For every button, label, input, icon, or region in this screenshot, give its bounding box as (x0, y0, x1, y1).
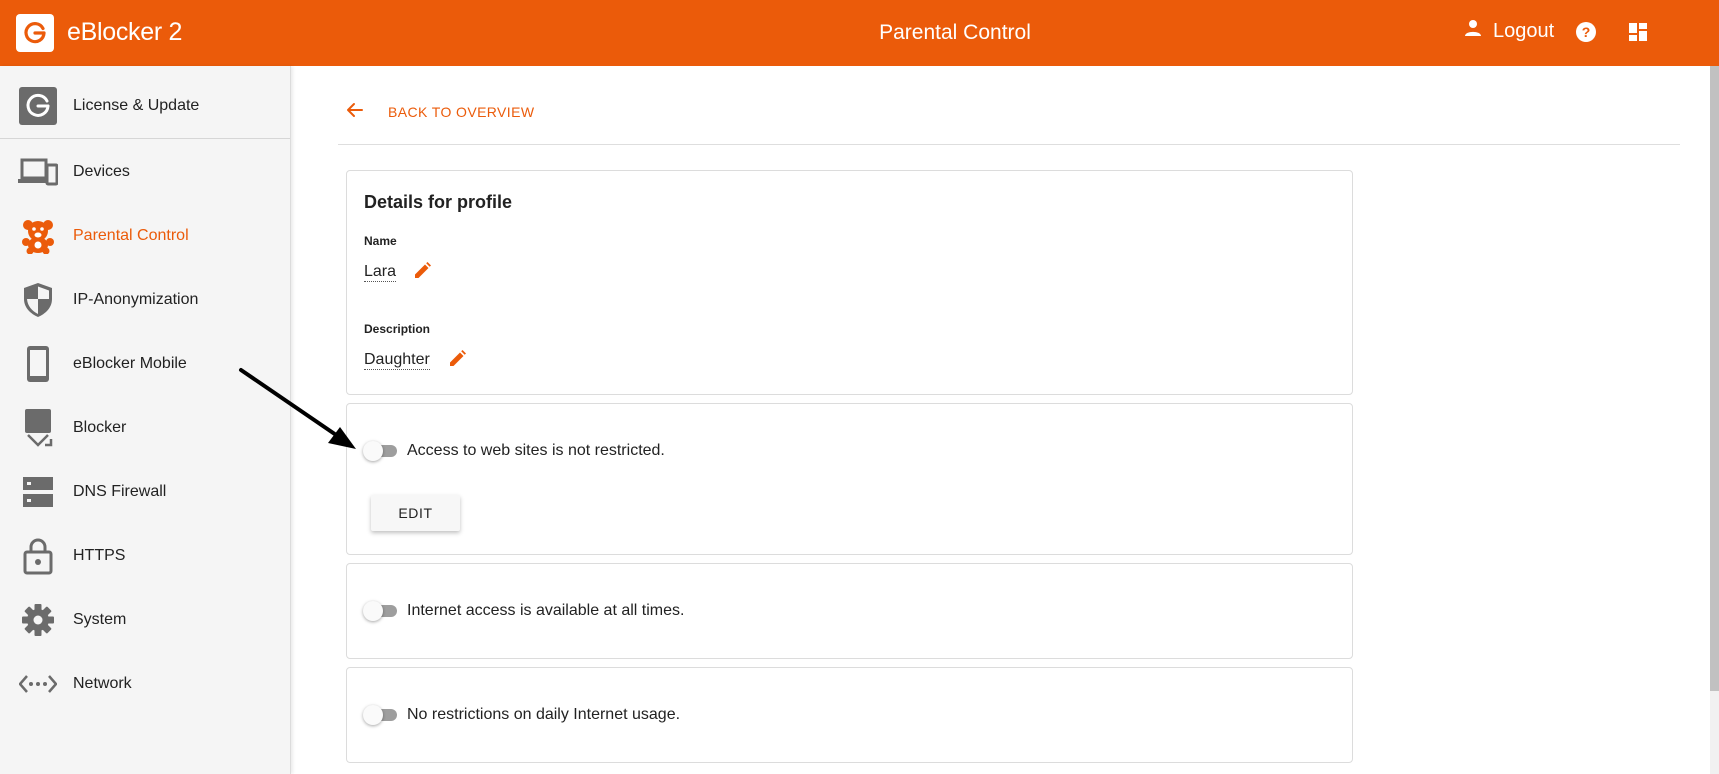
person-icon (1463, 18, 1483, 44)
sidebar-item-blocker[interactable]: Blocker (0, 396, 290, 460)
name-label: Name (364, 234, 397, 248)
sidebar-item-system[interactable]: System (0, 588, 290, 652)
profile-details-card: Details for profile Name Lara Descriptio… (346, 170, 1353, 395)
svg-text:?: ? (1582, 24, 1591, 40)
lock-icon (18, 536, 58, 576)
sidebar-item-https[interactable]: HTTPS (0, 524, 290, 588)
refresh-logo-icon (18, 86, 58, 126)
daily-usage-card: No restrictions on daily Internet usage. (346, 667, 1353, 763)
brand-name: eBlocker 2 (67, 18, 183, 46)
website-access-status: Access to web sites is not restricted. (407, 442, 665, 459)
devices-icon (18, 152, 58, 192)
sidebar-item-label: Network (73, 675, 132, 692)
logout-button[interactable]: Logout (1463, 18, 1554, 44)
edit-name-pencil-icon[interactable] (412, 261, 432, 286)
description-value[interactable]: Daughter (364, 350, 430, 370)
back-to-overview-link[interactable]: BACK TO OVERVIEW (388, 104, 534, 120)
sidebar-item-dns-firewall[interactable]: DNS Firewall (0, 460, 290, 524)
dns-icon (18, 472, 58, 512)
logout-label: Logout (1493, 19, 1555, 42)
teddy-bear-icon (18, 216, 58, 256)
toggle-knob (363, 601, 383, 621)
internet-access-time-status: Internet access is available at all time… (407, 602, 685, 619)
edit-button[interactable]: EDIT (371, 495, 460, 531)
sidebar-item-label: DNS Firewall (73, 483, 167, 500)
edit-description-pencil-icon[interactable] (447, 349, 467, 374)
sidebar-item-license-update[interactable]: License & Update (0, 74, 290, 138)
internet-access-time-toggle[interactable] (363, 601, 397, 621)
sidebar-item-label: Devices (73, 163, 130, 180)
sidebar-item-label: eBlocker Mobile (73, 355, 187, 372)
website-access-toggle[interactable] (363, 441, 397, 461)
sidebar-item-label: System (73, 611, 127, 628)
divider (338, 144, 1680, 145)
internet-access-time-card: Internet access is available at all time… (346, 563, 1353, 659)
scrollbar-thumb[interactable] (1710, 66, 1719, 691)
sidebar-item-parental-control[interactable]: Parental Control (0, 204, 290, 268)
sidebar-item-label: HTTPS (73, 547, 126, 564)
smartphone-icon (18, 344, 58, 384)
daily-usage-toggle[interactable] (363, 705, 397, 725)
sidebar-item-devices[interactable]: Devices (0, 140, 290, 204)
blocker-icon (18, 408, 58, 448)
sidebar-item-ip-anonymization[interactable]: IP-Anonymization (0, 268, 290, 332)
sidebar-item-label: License & Update (73, 97, 200, 114)
sidebar-item-label: Blocker (73, 419, 127, 436)
shield-icon (18, 280, 58, 320)
sidebar-item-label: Parental Control (73, 227, 189, 244)
daily-usage-status: No restrictions on daily Internet usage. (407, 706, 681, 723)
scrollbar[interactable] (1710, 66, 1719, 774)
page-title: Parental Control (879, 21, 1031, 44)
eblocker-logo-icon[interactable] (16, 14, 54, 52)
dashboard-icon[interactable] (1628, 22, 1648, 47)
sidebar: License & Update Devices Parental Contro… (0, 66, 291, 774)
website-access-card: Access to web sites is not restricted. E… (346, 403, 1353, 555)
name-value[interactable]: Lara (364, 262, 397, 282)
sidebar-divider (0, 138, 290, 139)
sidebar-item-label: IP-Anonymization (73, 291, 199, 308)
help-icon[interactable]: ? (1575, 21, 1597, 48)
description-label: Description (364, 322, 431, 336)
sidebar-item-network[interactable]: Network (0, 652, 290, 716)
gear-icon (18, 600, 58, 640)
top-app-bar: eBlocker 2 Parental Control Logout ? (0, 0, 1719, 66)
sidebar-item-eblocker-mobile[interactable]: eBlocker Mobile (0, 332, 290, 396)
back-arrow-icon[interactable] (345, 100, 365, 120)
toggle-knob (363, 441, 383, 461)
network-icon (18, 664, 58, 704)
toggle-knob (363, 705, 383, 725)
card-title: Details for profile (364, 192, 513, 212)
